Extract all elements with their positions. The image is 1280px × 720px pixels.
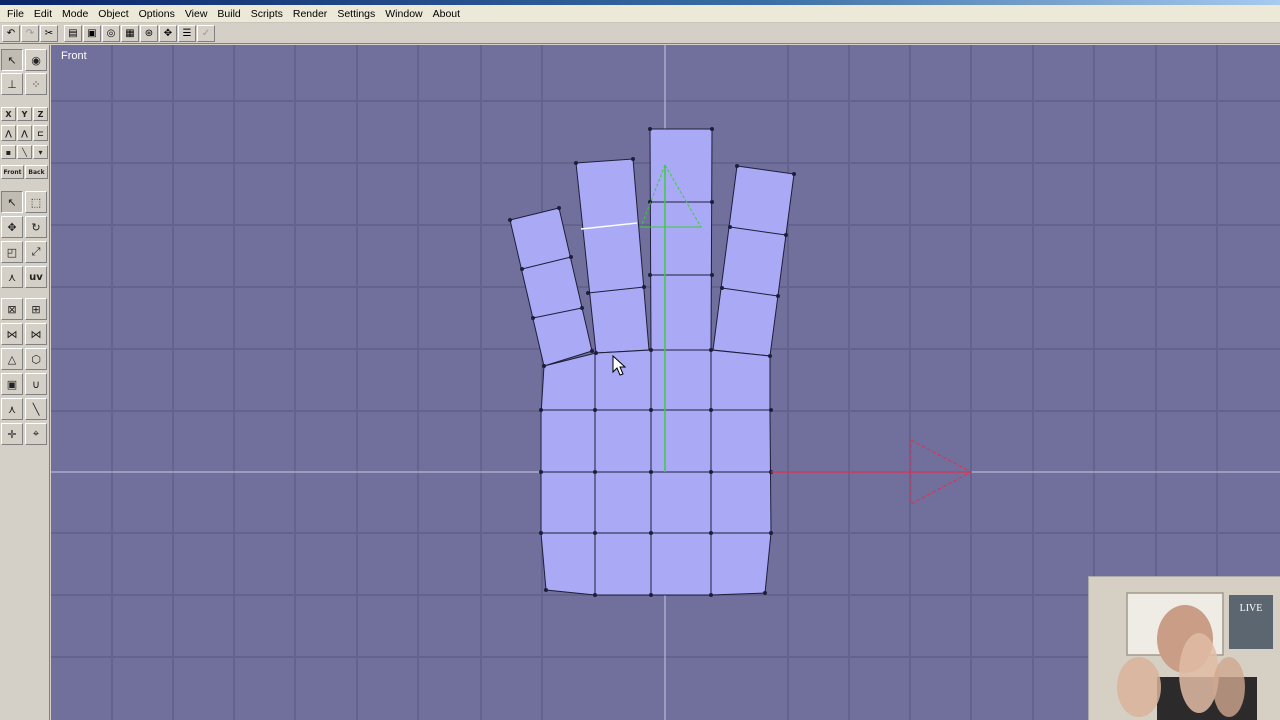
magnet-tool-icon[interactable]: ∪ xyxy=(25,373,47,395)
edge-select-icon[interactable]: ╲ xyxy=(17,145,32,159)
poster-text: LIVE xyxy=(1240,603,1263,614)
cut-icon[interactable]: ✂ xyxy=(40,24,58,42)
check-icon[interactable]: ✓ xyxy=(197,24,215,42)
menu-file[interactable]: File xyxy=(2,5,29,23)
redo-icon[interactable]: ↷ xyxy=(21,24,39,42)
select-arrow-icon[interactable]: ↖ xyxy=(1,49,23,71)
extrude-tool-icon[interactable]: △ xyxy=(1,348,23,370)
face-select-icon[interactable]: ▾ xyxy=(33,145,48,159)
marquee-select-icon[interactable]: ⬚ xyxy=(25,191,47,213)
menu-object[interactable]: Object xyxy=(93,5,133,23)
menu-scripts[interactable]: Scripts xyxy=(246,5,288,23)
uv-tool-label: uv xyxy=(29,271,43,283)
mirror-x-icon[interactable]: ⋀ xyxy=(1,125,16,141)
axis-z-label: Z xyxy=(37,109,44,119)
view-perspective-icon[interactable]: ◎ xyxy=(102,24,120,42)
x-axis-gizmo[interactable] xyxy=(771,439,973,505)
index-finger[interactable] xyxy=(712,165,795,357)
undo-icon[interactable]: ↶ xyxy=(2,24,20,42)
menu-edit[interactable]: Edit xyxy=(29,5,57,23)
pointer-tool-icon[interactable]: ↖ xyxy=(1,191,23,213)
view-quad-icon[interactable]: ▦ xyxy=(121,24,139,42)
view-single-icon[interactable]: ▤ xyxy=(64,24,82,42)
lathe-tool-icon[interactable]: ⋏ xyxy=(1,398,23,420)
menu-render[interactable]: Render xyxy=(288,5,332,23)
main-toolbar: ↶ ↷ ✂ ▤ ▣ ◎ ▦ ⊛ ✥ ☰ ✓ xyxy=(0,23,1280,44)
knife-tool-icon[interactable]: ╲ xyxy=(25,398,47,420)
menu-options[interactable]: Options xyxy=(134,5,180,23)
list-icon[interactable]: ☰ xyxy=(178,24,196,42)
front-button[interactable]: Front xyxy=(1,165,24,179)
point-select-icon[interactable]: ▪ xyxy=(1,145,16,159)
bevel-tool-icon[interactable]: ⬡ xyxy=(25,348,47,370)
twist-tool-icon[interactable]: ⋈ xyxy=(25,323,47,345)
subdivide-mesh-icon[interactable]: ⊠ xyxy=(1,298,23,320)
app-window: File Edit Mode Object Options View Build… xyxy=(0,0,1280,720)
back-button-label: Back xyxy=(28,168,45,176)
vertex-mode-icon[interactable]: ⁘ xyxy=(25,73,47,95)
uv-tool-button[interactable]: uv xyxy=(25,266,47,288)
mirror-y-icon[interactable]: ⋀ xyxy=(17,125,32,141)
axis-y-toggle[interactable]: Y xyxy=(17,107,32,121)
view-split-icon[interactable]: ▣ xyxy=(83,24,101,42)
nonuniform-scale-icon[interactable]: ⤢ xyxy=(25,241,47,263)
ring-finger[interactable] xyxy=(575,158,650,354)
menu-settings[interactable]: Settings xyxy=(332,5,380,23)
menu-build[interactable]: Build xyxy=(212,5,245,23)
eye-icon[interactable]: ◉ xyxy=(25,49,47,71)
menu-mode[interactable]: Mode xyxy=(57,5,93,23)
middle-finger[interactable] xyxy=(649,128,713,351)
menu-view[interactable]: View xyxy=(180,5,213,23)
axis-x-label: X xyxy=(5,109,12,119)
webcam-image: LIVE xyxy=(1089,577,1280,720)
taper-tool-icon[interactable]: ⋈ xyxy=(1,323,23,345)
lock-axis-icon[interactable]: ✥ xyxy=(159,24,177,42)
weld-tool-icon[interactable]: ✛ xyxy=(1,423,23,445)
bend-tool-icon[interactable]: ⋏ xyxy=(1,266,23,288)
subdivide-icon[interactable]: ⊛ xyxy=(140,24,158,42)
split-tool-icon[interactable]: ⌖ xyxy=(25,423,47,445)
webcam-overlay: LIVE xyxy=(1088,576,1280,720)
smooth-mesh-icon[interactable]: ⊞ xyxy=(25,298,47,320)
menu-window[interactable]: Window xyxy=(380,5,427,23)
viewport-label: Front xyxy=(61,50,87,62)
move-tool-icon[interactable]: ✥ xyxy=(1,216,23,238)
back-button[interactable]: Back xyxy=(25,165,48,179)
menu-about[interactable]: About xyxy=(428,5,465,23)
tool-panel: ↖ ◉ ⊥ ⁘ X Y Z ⋀ ⋀ ⊏ ▪ ╲ ▾ Front Back ↖ ⬚… xyxy=(0,45,50,720)
rotate-tool-icon[interactable]: ↻ xyxy=(25,216,47,238)
axis-y-label: Y xyxy=(21,109,28,119)
front-button-label: Front xyxy=(3,168,22,176)
box-tool-icon[interactable]: ▣ xyxy=(1,373,23,395)
axis-x-toggle[interactable]: X xyxy=(1,107,16,121)
axis-z-toggle[interactable]: Z xyxy=(33,107,48,121)
mirror-z-icon[interactable]: ⊏ xyxy=(33,125,48,141)
menu-bar: File Edit Mode Object Options View Build… xyxy=(0,5,1280,23)
axis-gizmo-icon[interactable]: ⊥ xyxy=(1,73,23,95)
scale-tool-icon[interactable]: ◰ xyxy=(1,241,23,263)
